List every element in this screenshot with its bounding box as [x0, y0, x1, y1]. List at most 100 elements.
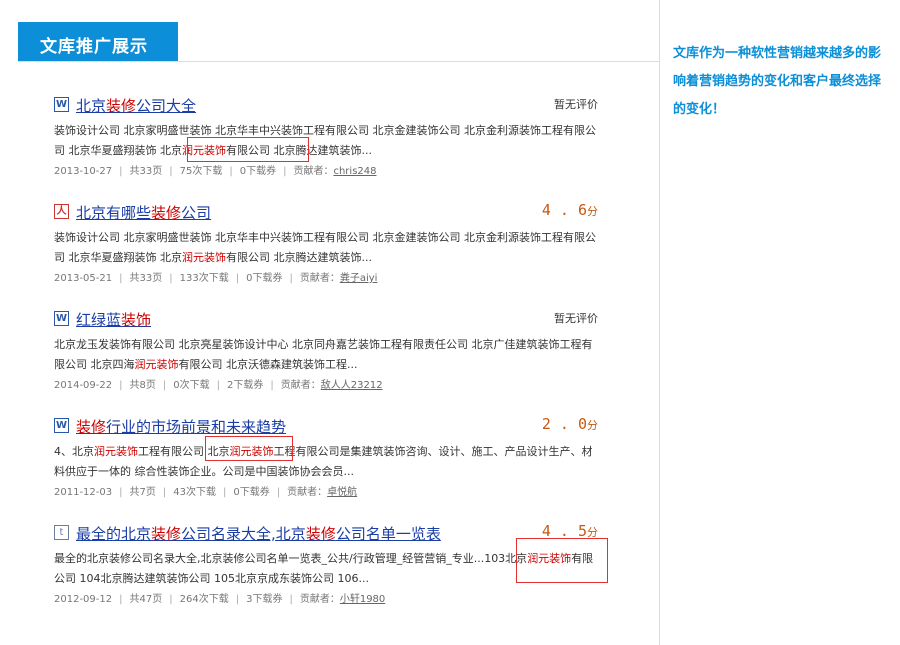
upload-date: 2013-10-27	[54, 166, 113, 177]
meta-separator: |	[119, 487, 123, 498]
page-count: 共7页	[129, 487, 156, 498]
contributor-label: 贡献者：	[299, 594, 340, 605]
keyword-highlight: 装饰	[121, 311, 152, 329]
download-count: 75次下载	[179, 166, 223, 177]
upload-date: 2011-12-03	[54, 487, 113, 498]
result-meta: 2013-10-27 | 共33页 | 75次下载 | 0下载券 | 贡献者：chris248	[54, 164, 614, 180]
download-coupons: 3下载券	[246, 594, 283, 605]
meta-separator: |	[169, 273, 173, 284]
text-segment: 公司名录大全,北京	[181, 525, 306, 543]
meta-separator: |	[119, 380, 123, 391]
text-segment: 北京	[76, 97, 107, 115]
upload-date: 2014-09-22	[54, 380, 113, 391]
contributor-label: 贡献者：	[287, 487, 328, 498]
download-count: 264次下载	[179, 594, 229, 605]
text-segment: 公司	[181, 204, 212, 222]
highlight-box-2	[205, 436, 293, 461]
search-result: W 北京装修公司大全 暂无评价 装饰设计公司 北京家明盛世装饰 北京华丰中兴装饰工程有…	[54, 95, 614, 180]
upload-date: 2013-05-21	[54, 273, 113, 284]
page-count: 共33页	[129, 166, 163, 177]
word-doc-icon: W	[54, 311, 69, 326]
section-divider	[18, 61, 659, 62]
result-title-row: 人北京有哪些装修公司 4 . 6分	[54, 201, 614, 226]
result-meta: 2013-05-21 | 共33页 | 133次下载 | 0下载券 | 贡献者：粪子aiyi	[54, 271, 614, 287]
download-count: 43次下载	[173, 487, 216, 498]
keyword-highlight: 装修	[151, 525, 182, 543]
meta-separator: |	[169, 594, 173, 605]
text-segment: 4、北京	[54, 445, 94, 458]
contributor-label: 贡献者：	[299, 273, 340, 284]
text-segment: 公司名单一览表	[335, 525, 441, 543]
result-snippet: 4、北京润元装饰工程有限公司 北京润元装饰工程有限公司是集建筑装饰咨询、设计、施…	[54, 442, 602, 482]
download-coupons: 2下载券	[227, 380, 264, 391]
rating-unit: 分	[587, 205, 598, 218]
result-title-link[interactable]: 北京有哪些装修公司	[76, 202, 211, 223]
result-title-link[interactable]: 装修行业的市场前景和未来趋势	[76, 416, 286, 437]
contributor-link[interactable]: 敌人人23212	[321, 380, 383, 391]
meta-separator: |	[270, 380, 274, 391]
highlight-box-3	[516, 538, 608, 583]
word-doc-icon: W	[54, 418, 69, 433]
rating-unit: 分	[587, 419, 598, 432]
meta-separator: |	[283, 166, 287, 177]
result-rating: 暂无评价	[554, 98, 598, 111]
txt-doc-icon: t	[54, 525, 69, 540]
meta-separator: |	[235, 273, 240, 284]
text-segment: 红绿蓝	[76, 311, 122, 329]
result-title-row: W 红绿蓝装饰 暂无评价	[54, 309, 614, 333]
keyword-highlight: 装修	[106, 97, 137, 115]
contributor-link[interactable]: 卓悦航	[327, 487, 357, 498]
keyword-highlight: 装修	[151, 204, 182, 222]
meta-separator: |	[162, 380, 167, 391]
section-title: 文库推广展示	[40, 37, 148, 57]
result-title-link[interactable]: 北京装修公司大全	[76, 95, 196, 116]
contributor-label: 贡献者：	[280, 380, 321, 391]
contributor-label: 贡献者：	[293, 166, 334, 177]
result-meta: 2014-09-22 | 共8页 | 0次下载 | 2下载券 | 贡献者：敌人人23212	[54, 378, 614, 394]
text-segment: 北京有哪些	[76, 204, 152, 222]
meta-separator: |	[235, 594, 240, 605]
text-segment: 有限公司 北京腾达建筑装饰...	[226, 251, 372, 264]
section-banner: 文库推广展示	[18, 22, 178, 62]
result-rating: 4 . 6分	[542, 201, 598, 219]
download-count: 0次下载	[173, 380, 210, 391]
contributor-link[interactable]: 粪子aiyi	[340, 273, 378, 284]
contributor-link[interactable]: chris248	[333, 166, 376, 177]
meta-separator: |	[289, 273, 293, 284]
keyword-highlight: 装修	[305, 525, 336, 543]
word-doc-icon: W	[54, 97, 69, 112]
meta-separator: |	[169, 166, 173, 177]
meta-separator: |	[119, 166, 123, 177]
rating-score: 2 . 0	[541, 415, 587, 433]
result-title-link[interactable]: 最全的北京装修公司名录大全,北京装修公司名单一览表	[76, 523, 441, 544]
meta-separator: |	[222, 487, 227, 498]
result-title-link[interactable]: 红绿蓝装饰	[76, 309, 151, 330]
column-divider	[659, 0, 660, 645]
keyword-highlight: 润元装饰	[134, 358, 179, 371]
meta-separator: |	[289, 594, 293, 605]
download-coupons: 0下载券	[233, 487, 270, 498]
download-coupons: 0下载券	[246, 273, 283, 284]
download-count: 133次下载	[179, 273, 229, 284]
side-note: 文库作为一种软性营销越来越多的影响着营销趋势的变化和客户最终选择的变化！	[673, 46, 882, 117]
highlight-box-1	[187, 137, 309, 162]
meta-separator: |	[216, 380, 220, 391]
keyword-highlight: 装修	[76, 418, 107, 436]
text-segment: 公司大全	[136, 97, 197, 115]
download-coupons: 0下载券	[239, 166, 277, 177]
result-snippet: 装饰设计公司 北京家明盛世装饰 北京华丰中兴装饰工程有限公司 北京金建装饰公司 …	[54, 228, 602, 268]
page-count: 共8页	[129, 380, 156, 391]
result-snippet: 北京龙玉发装饰有限公司 北京亮星装饰设计中心 北京同舟嘉艺装饰工程有限责任公司 …	[54, 335, 602, 375]
text-segment: 最全的北京装修公司名录大全,北京装修公司名单一览表_公共/行政管理_经管营销_专…	[54, 552, 528, 565]
result-title-row: W 装修行业的市场前景和未来趋势 2 . 0分	[54, 415, 614, 440]
contributor-link[interactable]: 小轩1980	[340, 594, 385, 605]
result-rating: 暂无评价	[554, 312, 598, 325]
meta-separator: |	[276, 487, 281, 498]
keyword-highlight: 润元装饰	[94, 445, 138, 458]
meta-separator: |	[119, 273, 123, 284]
page-count: 共33页	[129, 273, 163, 284]
result-title-row: W 北京装修公司大全 暂无评价	[54, 95, 614, 119]
keyword-highlight: 润元装饰	[182, 251, 226, 264]
search-result: W 装修行业的市场前景和未来趋势 2 . 0分 4、北京润元装饰工程有限公司 北京润元…	[54, 415, 614, 501]
upload-date: 2012-09-12	[54, 594, 113, 605]
